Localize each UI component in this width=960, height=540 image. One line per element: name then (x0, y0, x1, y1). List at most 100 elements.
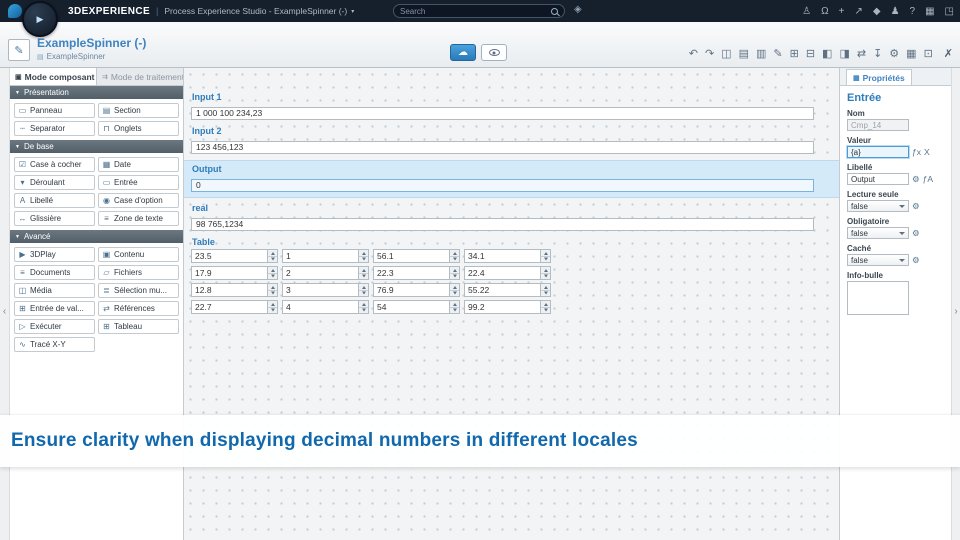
palette-item-case-a-cocher[interactable]: ☑ Case à cocher (14, 157, 95, 172)
spinner-input[interactable] (192, 267, 267, 279)
add-user-icon[interactable]: ♙ (802, 6, 811, 17)
import-icon[interactable]: ↧ (873, 47, 882, 60)
section-avance[interactable]: ▼ Avancé (10, 230, 183, 243)
table-icon[interactable]: ⊡ (924, 47, 933, 60)
copy-icon[interactable]: ▤ (739, 47, 749, 60)
design-canvas[interactable]: Input 1 Input 2 Output real Table (184, 68, 839, 540)
preview-button[interactable] (481, 44, 507, 61)
palette-item-entree[interactable]: ▭ Entrée (98, 175, 179, 190)
help-icon[interactable]: ? (910, 6, 916, 17)
palette-item-selection-multiple[interactable]: ≣ Sélection mu... (98, 283, 179, 298)
spinner-buttons[interactable] (540, 284, 550, 296)
tab-mode-traitement[interactable]: ⇉ Mode de traitement (97, 68, 183, 85)
spinner-input[interactable] (283, 267, 358, 279)
spinner-buttons[interactable] (540, 250, 550, 262)
palette-item-entree-de-valeurs[interactable]: ⊞ Entrée de val... (14, 301, 95, 316)
palette-item-date[interactable]: ▦ Date (98, 157, 179, 172)
obligatoire-select[interactable]: false (847, 227, 909, 239)
community-icon[interactable]: ♟ (891, 6, 900, 17)
formula-icon[interactable]: ƒx (912, 148, 921, 157)
spinner-buttons[interactable] (267, 250, 277, 262)
spin-down-icon[interactable] (268, 289, 277, 297)
spinner-buttons[interactable] (540, 267, 550, 279)
palette-item-tableau[interactable]: ⊞ Tableau (98, 319, 179, 334)
libelle-input[interactable] (847, 173, 909, 185)
valeur-input[interactable] (847, 146, 909, 158)
spin-down-icon[interactable] (541, 255, 550, 263)
collapse-left-icon[interactable]: ‹ (0, 306, 9, 317)
spinner-input[interactable] (465, 267, 540, 279)
chevron-down-icon[interactable]: ▾ (351, 8, 354, 15)
palette-item-trace-x-y[interactable]: ∿ Tracé X-Y (14, 337, 95, 352)
spin-down-icon[interactable] (541, 306, 550, 314)
palette-item-libelle[interactable]: A Libellé (14, 193, 95, 208)
spinner-input[interactable] (283, 284, 358, 296)
breadcrumb-label[interactable]: ExampleSpinner (47, 52, 106, 61)
spin-down-icon[interactable] (450, 272, 459, 280)
spinner-input[interactable] (192, 284, 267, 296)
palette-item-panneau[interactable]: ▭ Panneau (14, 103, 95, 118)
palette-item-glissiere[interactable]: ↔ Glissière (14, 211, 95, 226)
search-icon[interactable] (551, 7, 558, 15)
palette-item-media[interactable]: ◫ Média (14, 283, 95, 298)
spin-down-icon[interactable] (541, 272, 550, 280)
notifications-icon[interactable]: Ω (821, 6, 828, 17)
spinner-buttons[interactable] (449, 267, 459, 279)
spinner-input[interactable] (192, 301, 267, 313)
collaborate-icon[interactable]: ◆ (873, 6, 881, 17)
spinner-buttons[interactable] (449, 284, 459, 296)
spinner-buttons[interactable] (358, 250, 368, 262)
gear-icon[interactable]: ⚙ (912, 175, 920, 184)
spinner-input[interactable] (283, 301, 358, 313)
fullscreen-icon[interactable]: ◳ (945, 6, 954, 17)
spin-down-icon[interactable] (268, 255, 277, 263)
spinner-input[interactable] (374, 301, 449, 313)
section-de-base[interactable]: ▼ De base (10, 140, 183, 153)
palette-item-3dplay[interactable]: ▶ 3DPlay (14, 247, 95, 262)
palette-item-executer[interactable]: ▷ Exécuter (14, 319, 95, 334)
spin-down-icon[interactable] (268, 306, 277, 314)
spinner-buttons[interactable] (358, 301, 368, 313)
spin-down-icon[interactable] (359, 272, 368, 280)
app-title[interactable]: Process Experience Studio - ExampleSpinn… (164, 6, 347, 16)
palette-item-references[interactable]: ⇄ Références (98, 301, 179, 316)
spinner-input[interactable] (465, 301, 540, 313)
edit-icon[interactable]: ✎ (773, 47, 782, 60)
cloud-share-button[interactable]: ☁ (450, 44, 476, 61)
info-bulle-textarea[interactable] (847, 281, 909, 315)
form-field-output-selected[interactable]: Output (184, 160, 839, 198)
tag-icon[interactable]: ◈ (574, 4, 582, 15)
spinner-buttons[interactable] (540, 301, 550, 313)
spinner-input[interactable] (283, 250, 358, 262)
undo-icon[interactable]: ↶ (689, 47, 698, 60)
spinner-buttons[interactable] (449, 250, 459, 262)
grid-icon[interactable]: ▦ (906, 47, 916, 60)
compass-icon[interactable]: ▶ (22, 1, 58, 37)
tab-mode-composant[interactable]: ▣ Mode composant (10, 68, 97, 85)
palette-item-section[interactable]: ▤ Section (98, 103, 179, 118)
spin-down-icon[interactable] (359, 306, 368, 314)
spinner-buttons[interactable] (358, 267, 368, 279)
input2-field[interactable] (191, 140, 814, 154)
output-field[interactable] (191, 178, 814, 192)
spin-down-icon[interactable] (450, 306, 459, 314)
palette-item-contenu[interactable]: ▣ Contenu (98, 247, 179, 262)
spin-down-icon[interactable] (359, 289, 368, 297)
spinner-buttons[interactable] (267, 267, 277, 279)
spinner-input[interactable] (465, 284, 540, 296)
paste-icon[interactable]: ▥ (756, 47, 766, 60)
palette-item-zone-de-texte[interactable]: ≡ Zone de texte (98, 211, 179, 226)
palette-item-case-d-option[interactable]: ◉ Case d'option (98, 193, 179, 208)
cache-select[interactable]: false (847, 254, 909, 266)
collapse-right-icon[interactable]: › (952, 306, 960, 317)
spin-down-icon[interactable] (450, 255, 459, 263)
lecture-seule-select[interactable]: false (847, 200, 909, 212)
insert-row-icon[interactable]: ⊞ (790, 47, 799, 60)
split-view-icon[interactable]: ◧ (822, 47, 832, 60)
sync-icon[interactable]: ⇄ (857, 47, 866, 60)
tab-proprietes[interactable]: ▦ Propriétés (846, 69, 912, 85)
save-icon[interactable]: ◫ (721, 47, 731, 60)
merge-view-icon[interactable]: ◨ (839, 47, 849, 60)
spinner-buttons[interactable] (267, 301, 277, 313)
spin-down-icon[interactable] (450, 289, 459, 297)
